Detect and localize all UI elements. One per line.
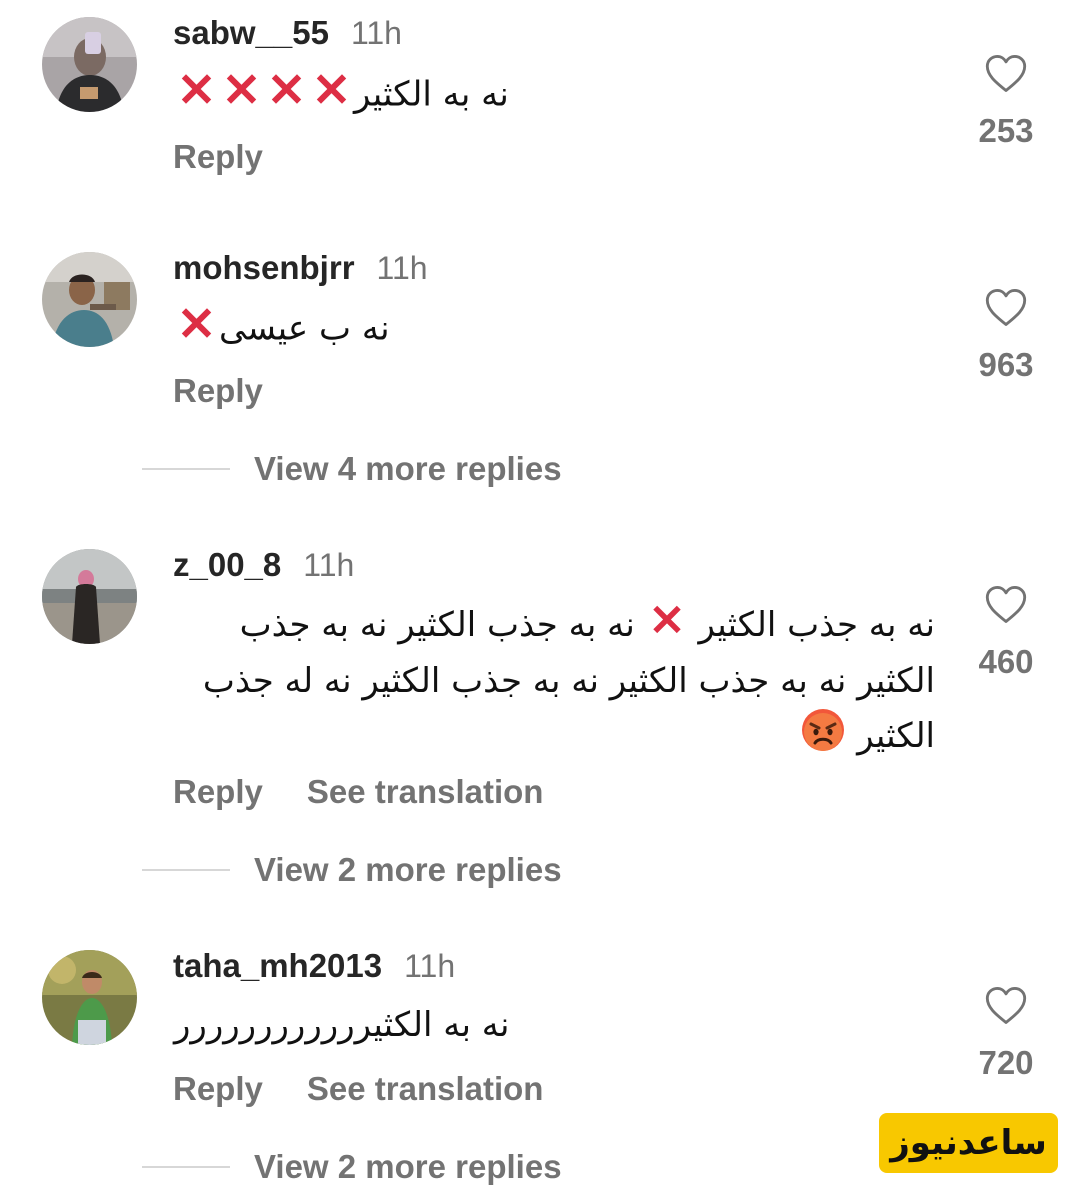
view-more-replies-label[interactable]: View 2 more replies [254, 851, 562, 889]
reply-button[interactable]: Reply [173, 372, 263, 410]
avatar[interactable] [42, 17, 137, 112]
timestamp: 11h [376, 250, 428, 286]
divider-line [142, 468, 230, 470]
angry-face-emoji [800, 707, 846, 768]
see-translation-button[interactable]: See translation [307, 1070, 544, 1108]
like-count: 720 [978, 1044, 1034, 1081]
username[interactable]: taha_mh2013 [173, 947, 382, 985]
like-count: 460 [978, 643, 1034, 680]
reply-button[interactable]: Reply [173, 773, 263, 811]
like-control: 963 [966, 286, 1046, 384]
cross-mark-emoji [174, 300, 219, 360]
view-more-replies-label[interactable]: View 4 more replies [254, 450, 562, 488]
cross-mark-emoji-row [174, 66, 354, 126]
username[interactable]: mohsenbjrr [173, 249, 355, 287]
cross-mark-emoji [646, 598, 688, 655]
comment-text-content: نه به الکثیر [354, 74, 509, 115]
divider-line [142, 869, 230, 871]
comment-text: نه ب عیسی [174, 300, 390, 360]
heart-outline-icon[interactable] [984, 984, 1028, 1028]
heart-outline-icon[interactable] [984, 583, 1028, 627]
comment-actions: Reply [173, 138, 263, 176]
like-count: 253 [978, 112, 1034, 149]
comment-text: نه به الکثیرررررررررررر [174, 999, 509, 1051]
divider-line [142, 1166, 230, 1168]
like-control: 720 [966, 984, 1046, 1082]
watermark-text: ساعدنیوز [890, 1123, 1047, 1163]
comment-text: نه به جذب الکثیر نه به جذب الکثیر نه به … [185, 598, 935, 768]
comment-text: نه به الکثیر [174, 66, 509, 126]
avatar[interactable] [42, 252, 137, 347]
timestamp: 11h [303, 547, 355, 583]
comment-meta: sabw__55 11h [173, 14, 402, 52]
comment-actions: Reply See translation [173, 1070, 543, 1108]
comment-meta: mohsenbjrr 11h [173, 249, 428, 287]
username[interactable]: sabw__55 [173, 14, 329, 52]
reply-button[interactable]: Reply [173, 138, 263, 176]
avatar[interactable] [42, 549, 137, 644]
view-more-replies[interactable]: View 2 more replies [142, 851, 562, 889]
username[interactable]: z_00_8 [173, 546, 281, 584]
comment-text-content: نه ب عیسی [219, 308, 390, 349]
watermark-logo: ساعدنیوز [879, 1113, 1058, 1173]
timestamp: 11h [350, 15, 402, 51]
heart-outline-icon[interactable] [984, 286, 1028, 330]
see-translation-button[interactable]: See translation [307, 773, 544, 811]
like-control: 460 [966, 583, 1046, 681]
comment-meta: z_00_8 11h [173, 546, 354, 584]
reply-button[interactable]: Reply [173, 1070, 263, 1108]
comment-meta: taha_mh2013 11h [173, 947, 455, 985]
view-more-replies[interactable]: View 2 more replies [142, 1148, 562, 1186]
heart-outline-icon[interactable] [984, 52, 1028, 96]
timestamp: 11h [404, 948, 456, 984]
view-more-replies[interactable]: View 4 more replies [142, 450, 562, 488]
comment-text-content: نه به الکثیرررررررررررر [174, 1005, 510, 1045]
comment-text-content: نه به جذب الکثیر [687, 605, 935, 645]
avatar[interactable] [42, 950, 137, 1045]
like-count: 963 [978, 346, 1034, 383]
like-control: 253 [966, 52, 1046, 150]
view-more-replies-label[interactable]: View 2 more replies [254, 1148, 562, 1186]
comment-actions: Reply [173, 372, 263, 410]
comment-actions: Reply See translation [173, 773, 543, 811]
